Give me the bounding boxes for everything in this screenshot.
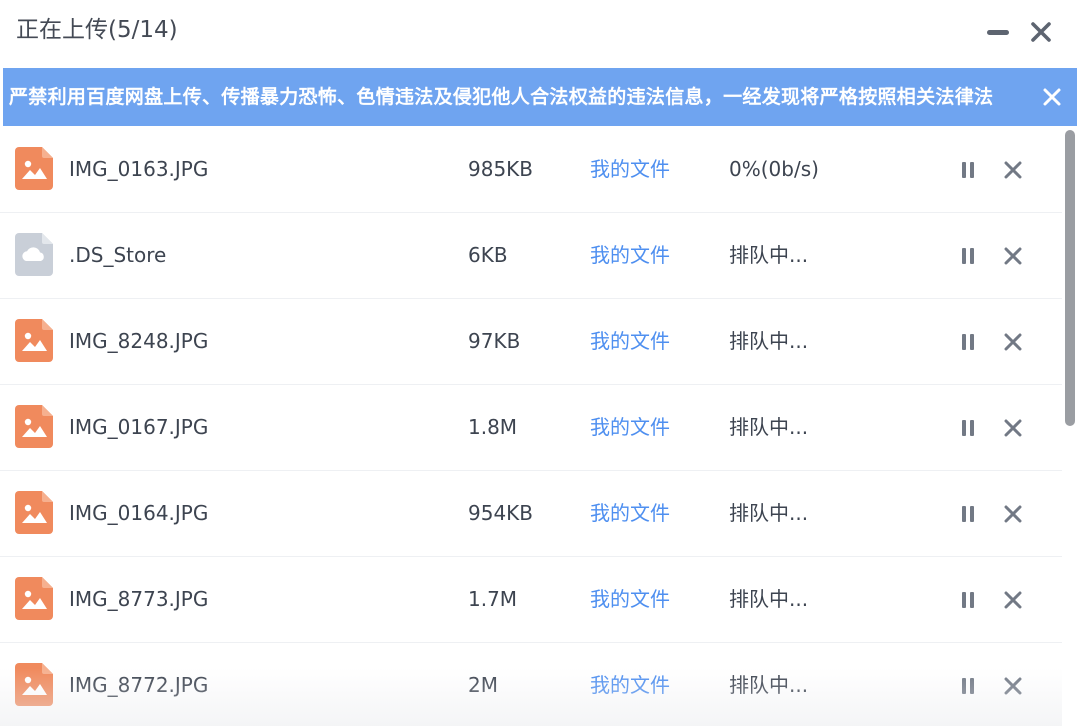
image-file-icon [15,405,53,448]
close-icon [1043,88,1061,106]
minimize-button[interactable] [983,17,1013,47]
image-file-icon [15,577,53,620]
title-bar: 正在上传(5/14) [0,0,1080,66]
file-size: 985KB [468,157,534,181]
image-file-icon [15,147,53,190]
pause-icon-bar [962,420,966,436]
image-file-icon [15,663,53,706]
close-icon [1004,677,1022,695]
pause-icon-bar [970,678,974,694]
upload-row: IMG_8248.JPG 97KB 我的文件 排队中... [0,299,1062,385]
policy-notice-banner: 严禁利用百度网盘上传、传播暴力恐怖、色情违法及侵犯他人合法权益的违法信息，一经发… [3,68,1077,126]
policy-notice-text: 严禁利用百度网盘上传、传播暴力恐怖、色情违法及侵犯他人合法权益的违法信息，一经发… [9,86,994,108]
image-file-icon [15,319,53,362]
pause-button[interactable] [956,587,980,613]
file-name: .DS_Store [69,243,167,267]
destination-folder-link[interactable]: 我的文件 [590,241,670,269]
file-size: 954KB [468,501,534,525]
pause-icon-bar [962,592,966,608]
pause-icon-bar [970,420,974,436]
cancel-upload-button[interactable] [1000,587,1026,613]
close-icon [1004,247,1022,265]
close-icon [1004,333,1022,351]
pause-icon-bar [970,162,974,178]
close-icon [1004,505,1022,523]
notice-close-button[interactable] [1039,84,1065,110]
pause-button[interactable] [956,501,980,527]
upload-status: 排队中... [729,673,809,697]
file-size: 97KB [468,329,521,353]
upload-status: 0%(0b/s) [729,157,819,181]
cancel-upload-button[interactable] [1000,501,1026,527]
file-name: IMG_0163.JPG [69,157,209,181]
file-name: IMG_0164.JPG [69,501,209,525]
upload-row: IMG_0167.JPG 1.8M 我的文件 排队中... [0,385,1062,471]
destination-folder-link[interactable]: 我的文件 [590,671,670,699]
upload-row: IMG_0164.JPG 954KB 我的文件 排队中... [0,471,1062,557]
pause-icon-bar [962,334,966,350]
destination-folder-link[interactable]: 我的文件 [590,413,670,441]
file-name: IMG_0167.JPG [69,415,209,439]
upload-row: .DS_Store 6KB 我的文件 排队中... [0,213,1062,299]
pause-icon-bar [970,592,974,608]
destination-folder-link[interactable]: 我的文件 [590,327,670,355]
cloud-file-icon [15,233,53,276]
pause-icon-bar [962,162,966,178]
file-size: 1.7M [468,587,518,611]
pause-icon-bar [970,334,974,350]
close-icon [1031,22,1051,42]
upload-status: 排队中... [729,243,809,267]
pause-button[interactable] [956,329,980,355]
pause-button[interactable] [956,243,980,269]
upload-status: 排队中... [729,501,809,525]
file-size: 6KB [468,243,508,267]
minimize-icon [987,30,1009,35]
file-name: IMG_8772.JPG [69,673,209,697]
upload-status: 排队中... [729,587,809,611]
pause-icon-bar [970,248,974,264]
cancel-upload-button[interactable] [1000,157,1026,183]
upload-list: IMG_0163.JPG 985KB 我的文件 0%(0b/s) .DS_Sto… [0,127,1062,726]
pause-icon-bar [962,248,966,264]
window-title: 正在上传(5/14) [16,17,178,43]
pause-icon-bar [962,506,966,522]
scrollbar[interactable] [1062,127,1080,726]
pause-icon-bar [962,678,966,694]
cancel-upload-button[interactable] [1000,243,1026,269]
pause-button[interactable] [956,157,980,183]
cancel-upload-button[interactable] [1000,673,1026,699]
close-icon [1004,161,1022,179]
file-name: IMG_8248.JPG [69,329,209,353]
destination-folder-link[interactable]: 我的文件 [590,155,670,183]
scrollbar-thumb[interactable] [1065,130,1075,426]
cancel-upload-button[interactable] [1000,415,1026,441]
file-size: 1.8M [468,415,518,439]
file-name: IMG_8773.JPG [69,587,209,611]
close-button[interactable] [1026,17,1056,47]
upload-status: 排队中... [729,329,809,353]
pause-button[interactable] [956,673,980,699]
upload-row: IMG_8772.JPG 2M 我的文件 排队中... [0,643,1062,726]
upload-status: 排队中... [729,415,809,439]
upload-window: 正在上传(5/14) 严禁利用百度网盘上传、传播暴力恐怖、色情违法及侵犯他人合法… [0,0,1080,726]
close-icon [1004,591,1022,609]
upload-row: IMG_0163.JPG 985KB 我的文件 0%(0b/s) [0,127,1062,213]
cancel-upload-button[interactable] [1000,329,1026,355]
pause-button[interactable] [956,415,980,441]
destination-folder-link[interactable]: 我的文件 [590,585,670,613]
image-file-icon [15,491,53,534]
upload-row: IMG_8773.JPG 1.7M 我的文件 排队中... [0,557,1062,643]
file-size: 2M [468,673,498,697]
pause-icon-bar [970,506,974,522]
close-icon [1004,419,1022,437]
destination-folder-link[interactable]: 我的文件 [590,499,670,527]
